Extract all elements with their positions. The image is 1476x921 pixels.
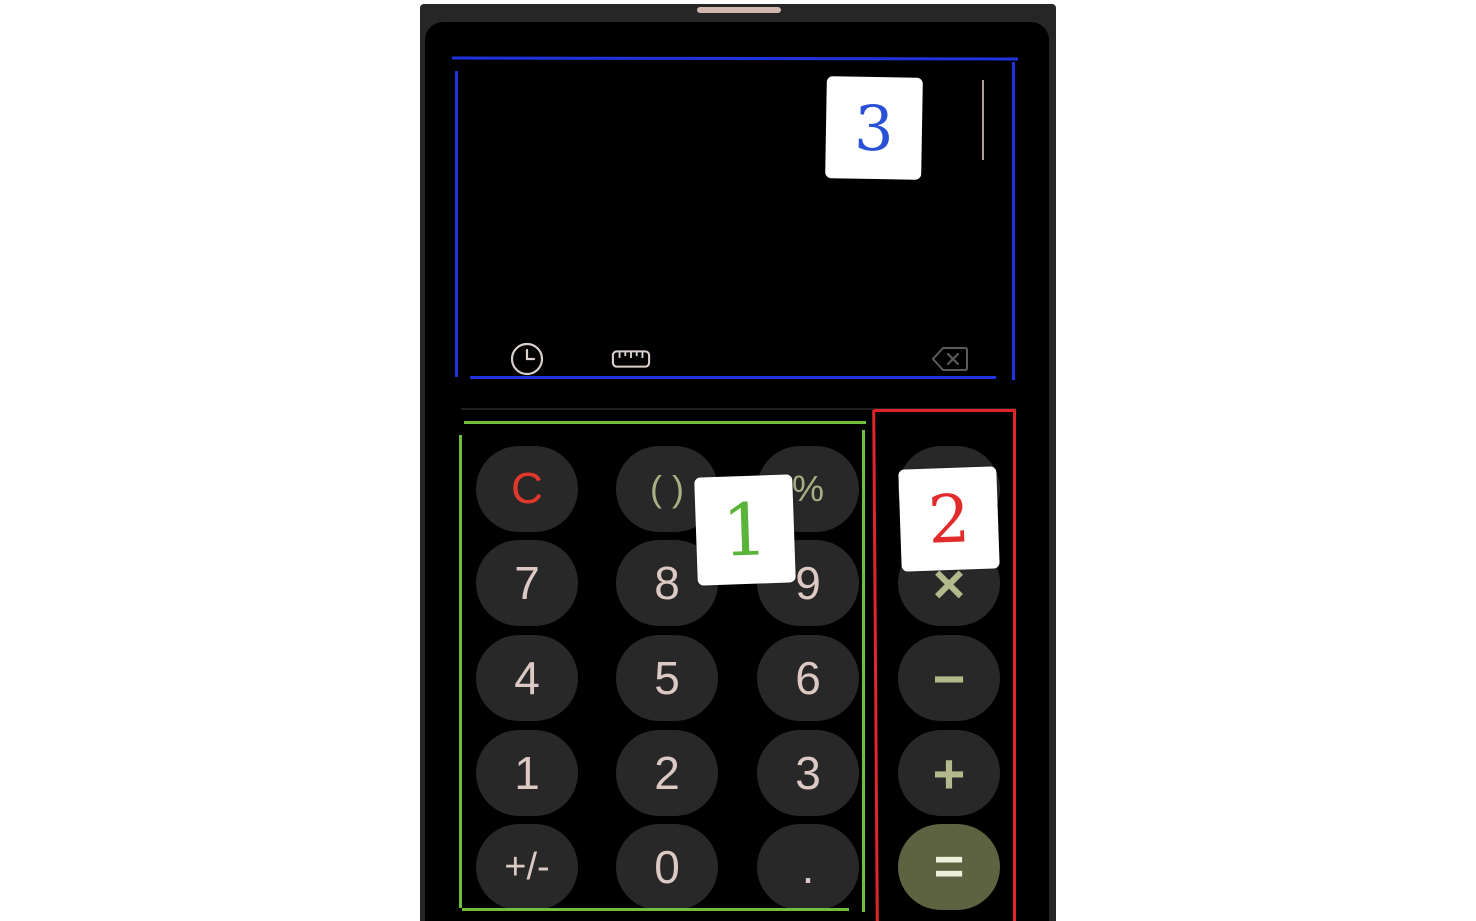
clear-button[interactable]: C [476, 446, 578, 532]
equals-button[interactable]: = [898, 824, 1000, 910]
annotation-label-2: 2 [898, 466, 1000, 572]
digit-3-button[interactable]: 3 [757, 730, 859, 816]
add-button[interactable]: + [898, 730, 1000, 816]
backspace-icon[interactable] [930, 339, 970, 379]
handle-bar [697, 7, 781, 13]
digit-4-button[interactable]: 4 [476, 635, 578, 721]
digit-5-button[interactable]: 5 [616, 635, 718, 721]
digit-0-button[interactable]: 0 [616, 824, 718, 910]
decimal-button[interactable]: . [757, 824, 859, 910]
digit-7-button[interactable]: 7 [476, 540, 578, 626]
digit-6-button[interactable]: 6 [757, 635, 859, 721]
digit-1-button[interactable]: 1 [476, 730, 578, 816]
digit-2-button[interactable]: 2 [616, 730, 718, 816]
plus-minus-button[interactable]: +/- [476, 824, 578, 910]
annotation-label-1: 1 [694, 474, 796, 586]
annotation-label-3: 3 [825, 76, 923, 180]
ruler-icon[interactable] [611, 339, 651, 379]
subtract-button[interactable]: − [898, 635, 1000, 721]
text-cursor [982, 80, 984, 160]
calculator-device: C ( ) % 7 8 9 4 5 6 1 2 3 +/- 0 . ÷ × − … [420, 4, 1056, 921]
display-area[interactable] [457, 62, 1017, 382]
clock-icon[interactable] [507, 339, 547, 379]
